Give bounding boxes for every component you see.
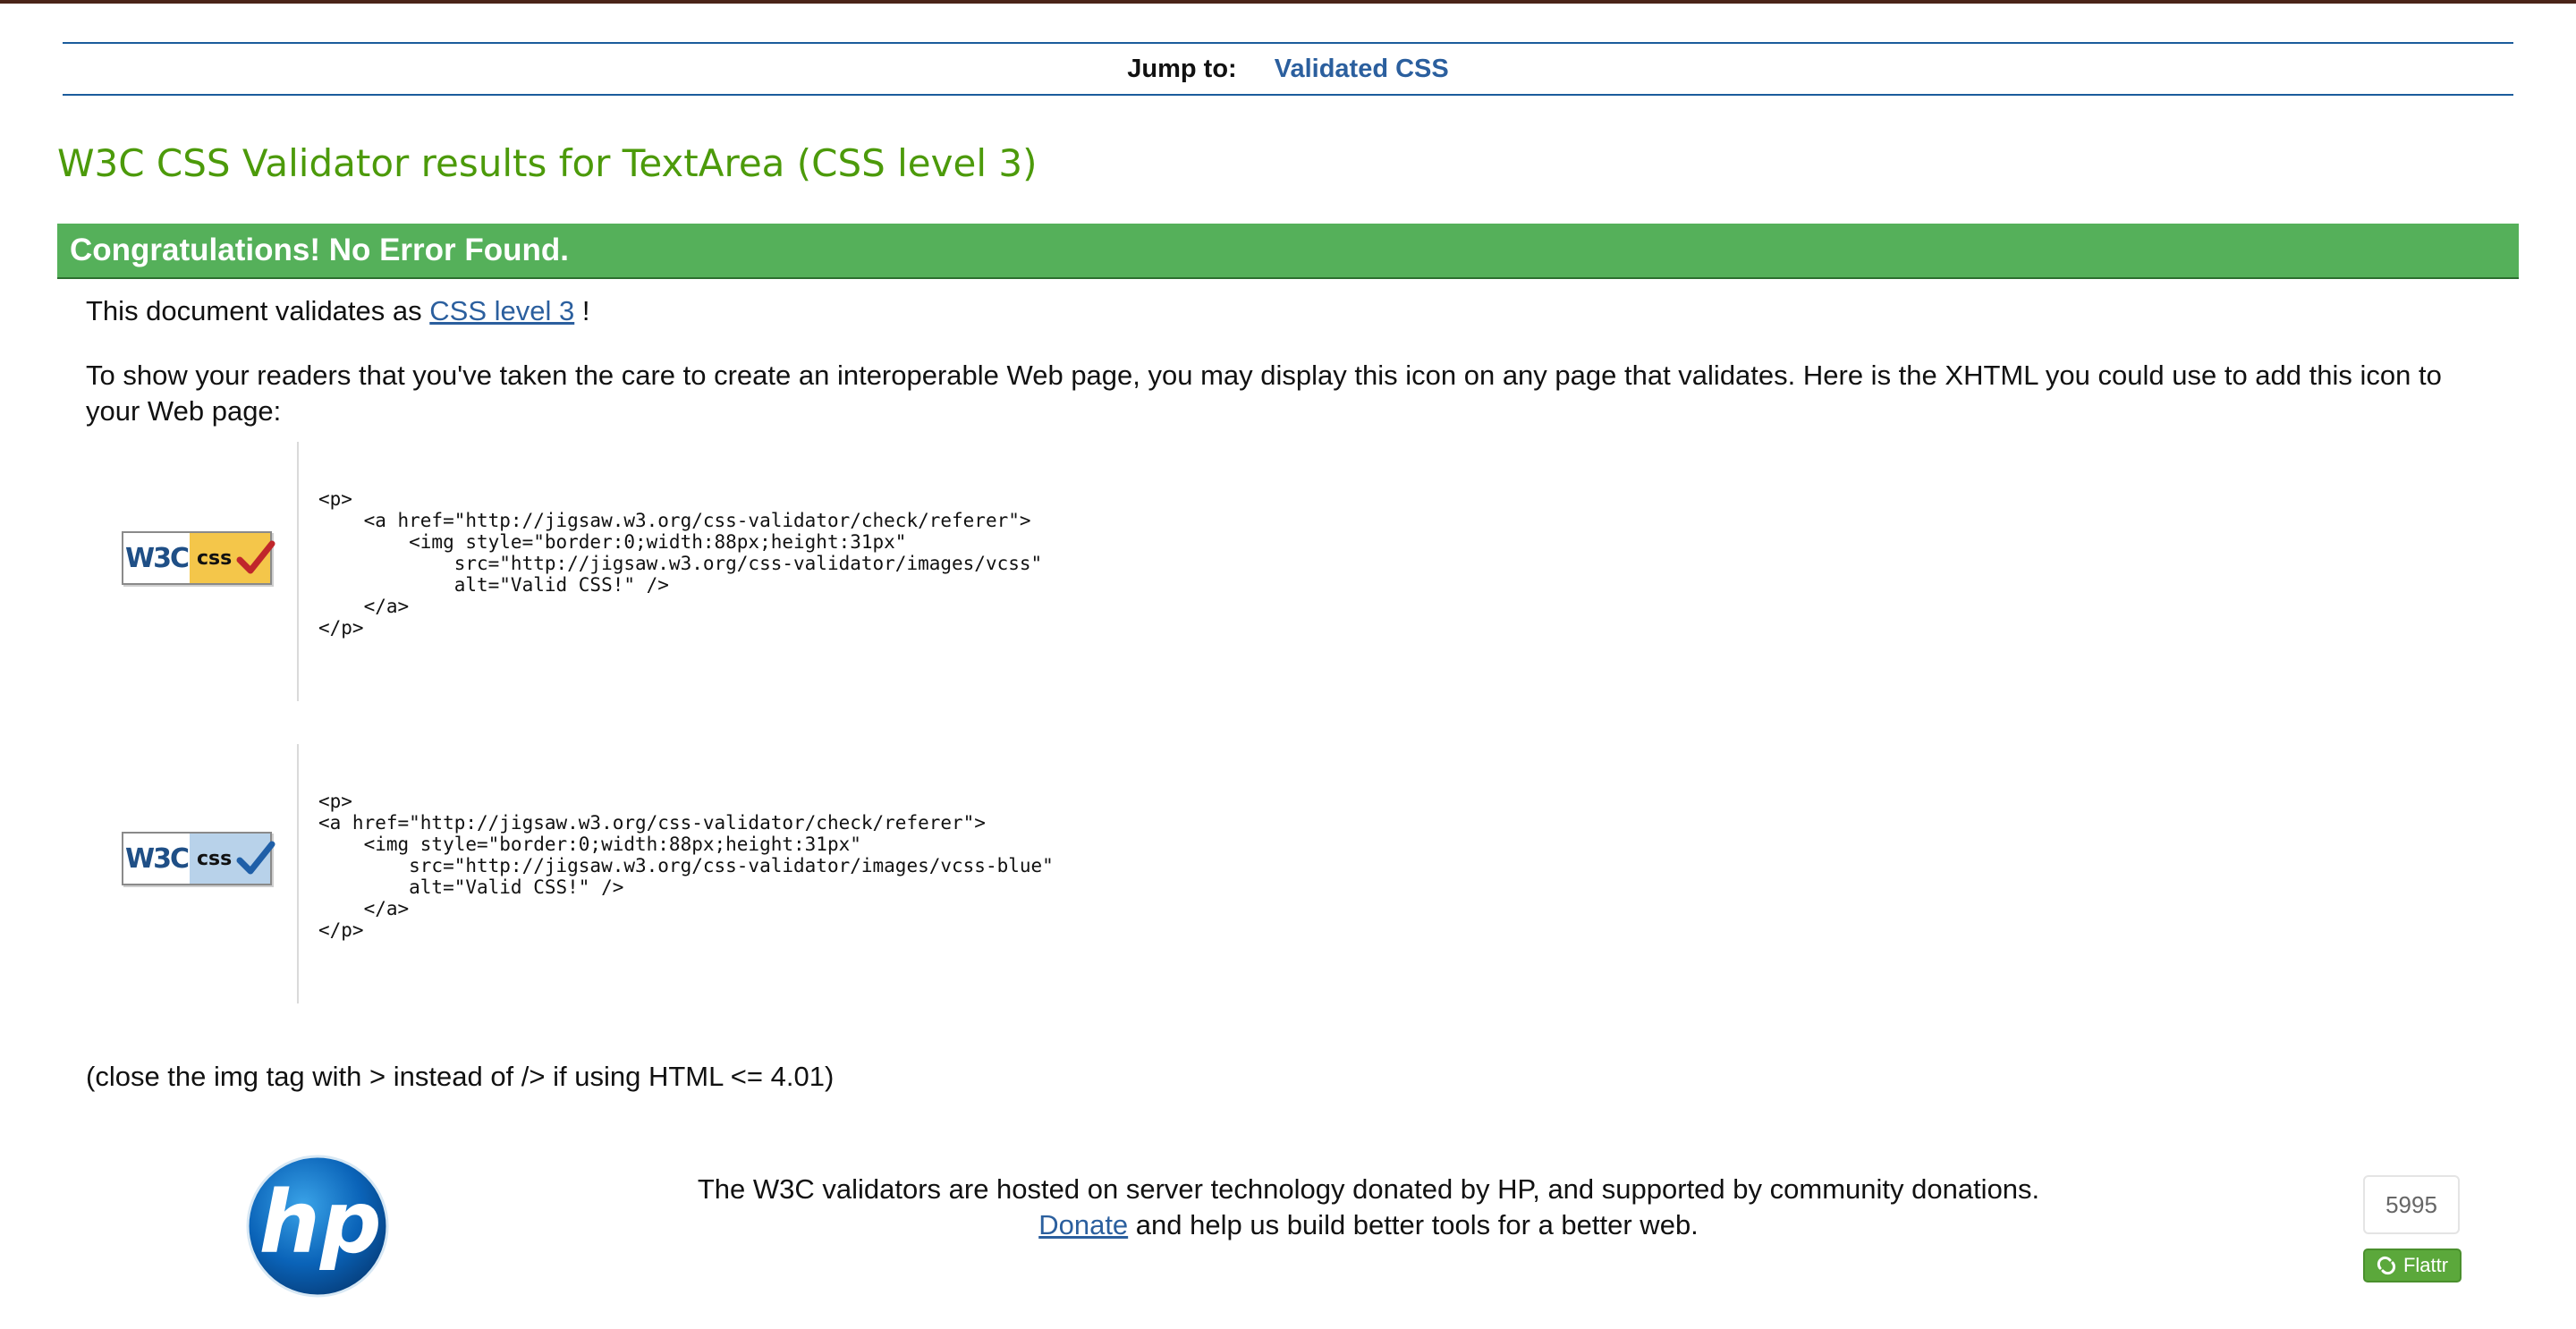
show-icon-paragraph: To show your readers that you've taken t…	[86, 360, 2442, 427]
code-separator	[297, 442, 299, 701]
checkmark-icon	[236, 540, 275, 574]
validates-suffix: !	[581, 295, 590, 326]
code-separator	[297, 744, 299, 1003]
jump-bar: Jump to: Validated CSS	[63, 42, 2513, 96]
hp-logo-icon[interactable]: hp	[245, 1154, 390, 1299]
css-level-link[interactable]: CSS level 3	[429, 295, 574, 326]
w3c-logo-text: W3C	[123, 834, 190, 884]
footer-text: The W3C validators are hosted on server …	[680, 1172, 2057, 1243]
donate-link[interactable]: Donate	[1038, 1209, 1128, 1240]
valid-css-badge-gold[interactable]: W3C css	[122, 531, 275, 585]
congrats-text: Congratulations! No Error Found.	[70, 233, 570, 267]
badge-block-blue: W3C css <p> <a href="http://jigsaw.w3.or…	[86, 744, 1338, 1003]
hp-logo-text: hp	[258, 1172, 381, 1273]
footer-line1: The W3C validators are hosted on server …	[697, 1173, 2040, 1205]
close-img-note: (close the img tag with > instead of /> …	[86, 1061, 835, 1092]
css-label: css	[190, 834, 275, 884]
validates-paragraph: This document validates as CSS level 3 !	[86, 293, 589, 329]
badge-code-snippet: <p> <a href="http://jigsaw.w3.org/css-va…	[318, 791, 1054, 941]
footer-line2: Donate and help us build better tools fo…	[680, 1207, 2057, 1243]
jump-link-validated-css[interactable]: Validated CSS	[1275, 55, 1449, 84]
badge-code-snippet: <p> <a href="http://jigsaw.w3.org/css-va…	[318, 488, 1043, 639]
footer-line2-suffix: and help us build better tools for a bet…	[1128, 1209, 1699, 1240]
css-text: css	[197, 847, 233, 870]
w3c-logo-text: W3C	[123, 533, 190, 583]
flattr-label: Flattr	[2402, 1254, 2449, 1276]
css-label: css	[190, 533, 275, 583]
checkmark-icon	[236, 841, 275, 875]
valid-css-badge-blue[interactable]: W3C css	[122, 832, 275, 885]
validates-prefix: This document validates as	[86, 295, 422, 326]
badge-block-gold: W3C css <p> <a href="http://jigsaw.w3.or…	[86, 442, 1338, 701]
congrats-banner: Congratulations! No Error Found.	[57, 224, 2519, 279]
top-border	[0, 0, 2576, 4]
jump-label: Jump to:	[1127, 54, 1237, 83]
css-text: css	[197, 546, 233, 570]
flattr-icon	[2377, 1256, 2395, 1275]
page-title: W3C CSS Validator results for TextArea (…	[57, 141, 1038, 185]
flattr-count: 5995	[2363, 1175, 2460, 1234]
flattr-button[interactable]: Flattr	[2363, 1249, 2462, 1282]
